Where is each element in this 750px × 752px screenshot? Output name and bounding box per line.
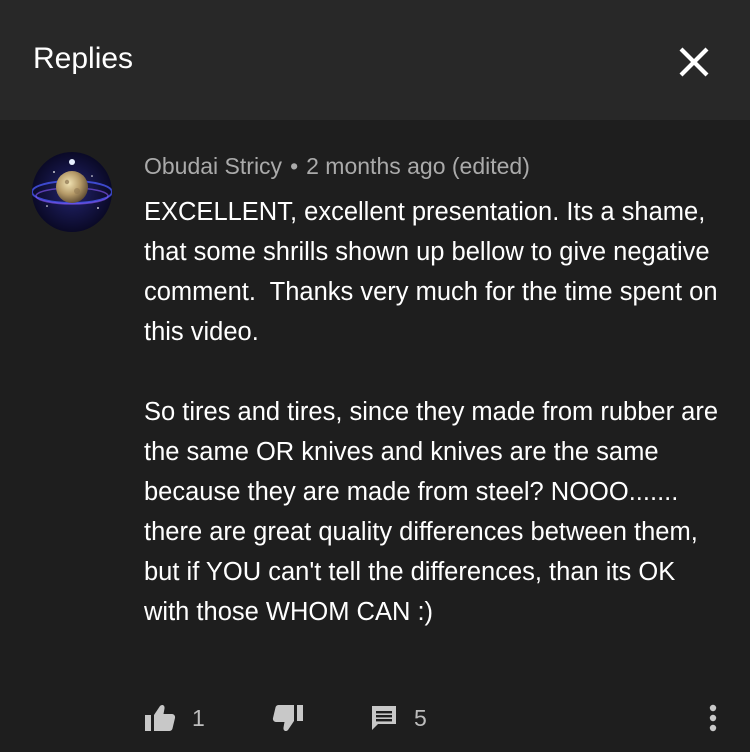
close-icon	[679, 47, 709, 77]
replies-button[interactable]: 5	[370, 698, 427, 738]
like-button[interactable]: 1	[144, 698, 205, 738]
comment-body: EXCELLENT, excellent presentation. Its a…	[144, 192, 724, 632]
header-title: Replies	[33, 42, 134, 75]
dislike-button[interactable]	[272, 698, 304, 738]
comment-paragraph: So tires and tires, since they made from…	[144, 398, 726, 626]
replies-header: Replies	[0, 0, 750, 120]
comment-meta: Obudai Stricy • 2 months ago (edited)	[144, 151, 530, 181]
thumbs-down-icon	[272, 705, 303, 732]
comment-icon	[372, 706, 396, 730]
comment-timestamp: 2 months ago (edited)	[306, 153, 530, 179]
thumbs-up-icon	[145, 704, 176, 731]
close-button[interactable]	[672, 40, 716, 84]
comment-author[interactable]: Obudai Stricy	[144, 153, 282, 179]
more-vert-icon	[709, 704, 717, 732]
meta-separator: •	[290, 153, 299, 179]
comment-actions: 1 5	[0, 698, 750, 738]
planet-avatar	[32, 152, 112, 232]
like-count: 1	[192, 704, 205, 731]
replies-content: Obudai Stricy • 2 months ago (edited) EXCE…	[0, 120, 750, 752]
avatar[interactable]	[32, 152, 112, 232]
reply-count: 5	[414, 704, 427, 731]
comment-paragraph: EXCELLENT, excellent presentation. Its a…	[144, 198, 725, 346]
more-options-button[interactable]	[698, 698, 728, 738]
